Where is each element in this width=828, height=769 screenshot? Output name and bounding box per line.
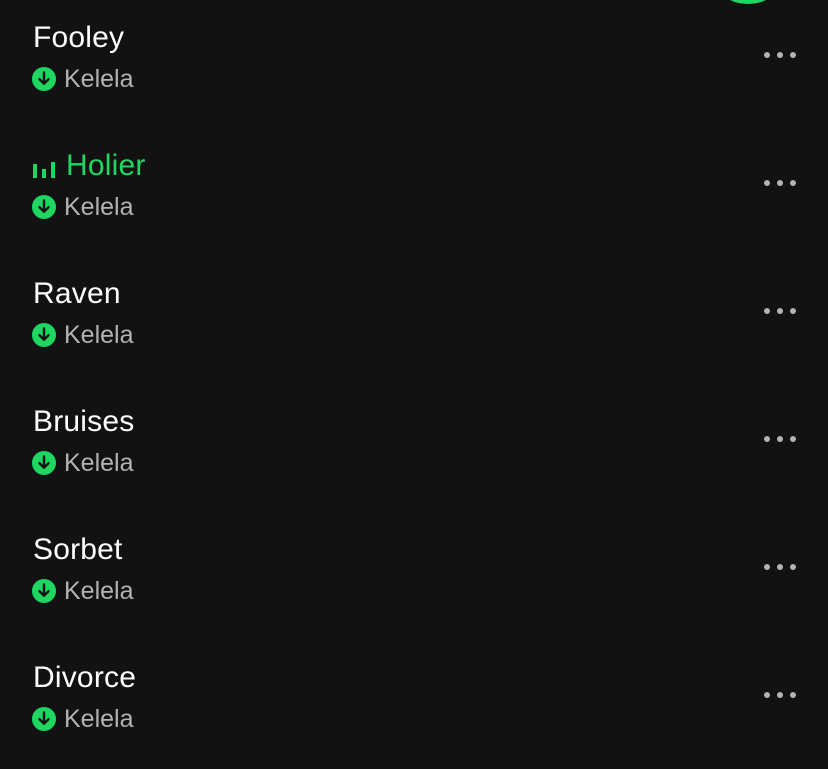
downloaded-icon: [32, 323, 56, 347]
more-horizontal-icon: [764, 52, 796, 58]
track-row[interactable]: Bruises Kelela: [0, 402, 828, 530]
track-subtitle: Kelela: [32, 576, 134, 606]
track-row[interactable]: Divorce Kelela: [0, 658, 828, 769]
track-title-line: Divorce: [33, 658, 136, 698]
artist-name: Kelela: [64, 704, 134, 733]
track-row[interactable]: Raven Kelela: [0, 274, 828, 402]
artist-name: Kelela: [64, 576, 134, 605]
track-title-line: Sorbet: [33, 530, 123, 570]
track-subtitle: Kelela: [32, 320, 134, 350]
track-subtitle: Kelela: [32, 64, 134, 94]
more-options-button[interactable]: [750, 168, 810, 198]
downloaded-icon: [32, 451, 56, 475]
downloaded-icon: [32, 707, 56, 731]
track-row[interactable]: Sorbet Kelela: [0, 530, 828, 658]
more-options-button[interactable]: [750, 40, 810, 70]
track-list: Fooley Kelela Holier Kelela Raven Kelela…: [0, 18, 828, 769]
artist-name: Kelela: [64, 64, 134, 93]
equalizer-icon: [33, 161, 55, 178]
track-subtitle: Kelela: [32, 192, 134, 222]
more-horizontal-icon: [764, 436, 796, 442]
artist-name: Kelela: [64, 192, 134, 221]
more-options-button[interactable]: [750, 424, 810, 454]
track-list-screen: Fooley Kelela Holier Kelela Raven Kelela…: [0, 0, 828, 769]
artist-name: Kelela: [64, 448, 134, 477]
artist-name: Kelela: [64, 320, 134, 349]
more-options-button[interactable]: [750, 680, 810, 710]
track-title-line: Bruises: [33, 402, 134, 442]
track-title: Holier: [66, 149, 146, 182]
more-horizontal-icon: [764, 692, 796, 698]
track-title-line: Fooley: [33, 18, 124, 58]
more-horizontal-icon: [764, 308, 796, 314]
track-title-line: Raven: [33, 274, 121, 314]
track-title-line: Holier: [33, 146, 146, 186]
track-title: Raven: [33, 277, 121, 310]
more-horizontal-icon: [764, 564, 796, 570]
track-title: Bruises: [33, 405, 135, 438]
play-button[interactable]: [712, 0, 784, 4]
track-title: Sorbet: [33, 533, 123, 566]
track-title: Divorce: [33, 661, 137, 694]
more-horizontal-icon: [764, 180, 796, 186]
track-subtitle: Kelela: [32, 448, 134, 478]
downloaded-icon: [32, 195, 56, 219]
downloaded-icon: [32, 579, 56, 603]
track-row[interactable]: Fooley Kelela: [0, 18, 828, 146]
downloaded-icon: [32, 67, 56, 91]
track-subtitle: Kelela: [32, 704, 134, 734]
track-title: Fooley: [33, 21, 125, 54]
track-row-now-playing[interactable]: Holier Kelela: [0, 146, 828, 274]
more-options-button[interactable]: [750, 552, 810, 582]
more-options-button[interactable]: [750, 296, 810, 326]
